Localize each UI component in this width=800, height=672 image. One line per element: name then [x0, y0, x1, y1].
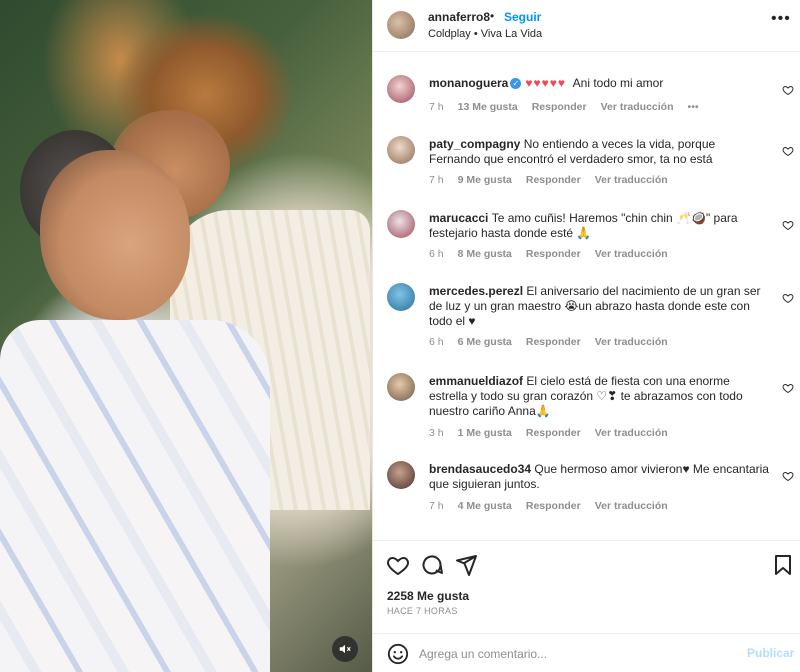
- likes-count[interactable]: 2258 Me gusta: [387, 589, 469, 603]
- comment-likes[interactable]: 13 Me gusta: [458, 101, 518, 113]
- comment-like-icon[interactable]: [782, 84, 794, 96]
- avatar[interactable]: [387, 283, 415, 311]
- photo-man-region: [40, 150, 190, 320]
- comment-input[interactable]: [419, 643, 719, 665]
- posted-time: HACE 7 HORAS: [387, 606, 458, 616]
- reply-button[interactable]: Responder: [526, 500, 581, 512]
- comment-more-icon[interactable]: •••: [688, 101, 699, 113]
- follow-button[interactable]: Seguir: [504, 10, 541, 24]
- comment-bubble-icon[interactable]: [420, 553, 444, 577]
- comment-time: 7 h: [429, 500, 444, 512]
- comment-likes[interactable]: 1 Me gusta: [458, 427, 512, 439]
- comment-username[interactable]: monanoguera: [429, 76, 508, 90]
- translate-button[interactable]: Ver traducción: [595, 500, 668, 512]
- comment-like-icon[interactable]: [782, 382, 794, 394]
- comment-username[interactable]: brendasaucedo34: [429, 462, 531, 476]
- comment-like-icon[interactable]: [782, 292, 794, 304]
- comment-text: monanoguera ✓ ♥♥♥♥♥ Ani todo mi amor: [429, 76, 769, 91]
- comment-like-icon[interactable]: [782, 145, 794, 157]
- comment-body: Ani todo mi amor: [572, 76, 664, 90]
- separator-dot: •: [490, 9, 495, 23]
- comments-list[interactable]: monanoguera ✓ ♥♥♥♥♥ Ani todo mi amor 7 h 13…: [373, 52, 800, 540]
- avatar[interactable]: [387, 136, 415, 164]
- comment-time: 7 h: [429, 101, 444, 113]
- translate-button[interactable]: Ver traducción: [595, 427, 668, 439]
- more-icon[interactable]: •••: [771, 10, 791, 28]
- paper-plane-icon[interactable]: [454, 553, 478, 577]
- comment-time: 7 h: [429, 174, 444, 186]
- reply-button[interactable]: Responder: [526, 336, 581, 348]
- music-info[interactable]: Coldplay • Viva La Vida: [428, 28, 542, 40]
- smiley-icon[interactable]: [387, 643, 409, 665]
- comment-username[interactable]: marucacci: [429, 211, 488, 225]
- avatar[interactable]: [387, 373, 415, 401]
- reply-button[interactable]: Responder: [526, 248, 581, 260]
- comment-text: marucacci Te amo cuñis! Haremos "chin ch…: [429, 211, 769, 241]
- comment-time: 6 h: [429, 248, 444, 260]
- comment-text: mercedes.perezl El aniversario del nacim…: [429, 284, 769, 329]
- add-comment-bar: Publicar: [373, 633, 800, 672]
- translate-button[interactable]: Ver traducción: [595, 174, 668, 186]
- avatar[interactable]: [387, 11, 415, 39]
- reply-button[interactable]: Responder: [526, 174, 581, 186]
- comment-meta: 6 h 8 Me gusta Responder Ver traducción: [429, 248, 682, 260]
- comment-meta: 3 h 1 Me gusta Responder Ver traducción: [429, 427, 682, 439]
- reply-button[interactable]: Responder: [532, 101, 587, 113]
- comment-likes[interactable]: 9 Me gusta: [458, 174, 512, 186]
- avatar[interactable]: [387, 210, 415, 238]
- comment-username[interactable]: paty_compagny: [429, 137, 520, 151]
- photo-shirt-region: [0, 320, 270, 672]
- post-side-panel: annaferro8 • Seguir Coldplay • Viva La V…: [373, 0, 800, 672]
- comment-username[interactable]: emmanueldiazof: [429, 374, 523, 388]
- comment-meta: 6 h 6 Me gusta Responder Ver traducción: [429, 336, 682, 348]
- comment-like-icon[interactable]: [782, 470, 794, 482]
- comment-time: 6 h: [429, 336, 444, 348]
- comment-likes[interactable]: 6 Me gusta: [458, 336, 512, 348]
- comment-time: 3 h: [429, 427, 444, 439]
- comment-username[interactable]: mercedes.perezl: [429, 284, 523, 298]
- avatar[interactable]: [387, 461, 415, 489]
- post-comment-button[interactable]: Publicar: [747, 646, 794, 660]
- comment-meta: 7 h 13 Me gusta Responder Ver traducción •••: [429, 101, 713, 113]
- comment-likes[interactable]: 8 Me gusta: [458, 248, 512, 260]
- comment-hearts: ♥♥♥♥♥: [525, 76, 566, 90]
- translate-button[interactable]: Ver traducción: [595, 248, 668, 260]
- comment-text: emmanueldiazof El cielo está de fiesta c…: [429, 374, 769, 419]
- verified-badge-icon: ✓: [510, 77, 522, 89]
- translate-button[interactable]: Ver traducción: [595, 336, 668, 348]
- bookmark-icon[interactable]: [771, 553, 795, 577]
- avatar[interactable]: [387, 75, 415, 103]
- reply-button[interactable]: Responder: [526, 427, 581, 439]
- comment-text: brendasaucedo34 Que hermoso amor viviero…: [429, 462, 769, 492]
- translate-button[interactable]: Ver traducción: [601, 101, 674, 113]
- comment-like-icon[interactable]: [782, 219, 794, 231]
- post-actions: 2258 Me gusta HACE 7 HORAS Publicar: [373, 540, 800, 672]
- comment-meta: 7 h 4 Me gusta Responder Ver traducción: [429, 500, 682, 512]
- heart-outline-icon[interactable]: [386, 553, 410, 577]
- comment-likes[interactable]: 4 Me gusta: [458, 500, 512, 512]
- post-author-username[interactable]: annaferro8: [428, 10, 490, 24]
- comment-text: paty_compagny No entiendo a veces la vid…: [429, 137, 769, 167]
- post-photo[interactable]: [0, 0, 372, 672]
- mute-icon[interactable]: [332, 636, 358, 662]
- post-header: annaferro8 • Seguir Coldplay • Viva La V…: [373, 0, 800, 52]
- comment-meta: 7 h 9 Me gusta Responder Ver traducción: [429, 174, 682, 186]
